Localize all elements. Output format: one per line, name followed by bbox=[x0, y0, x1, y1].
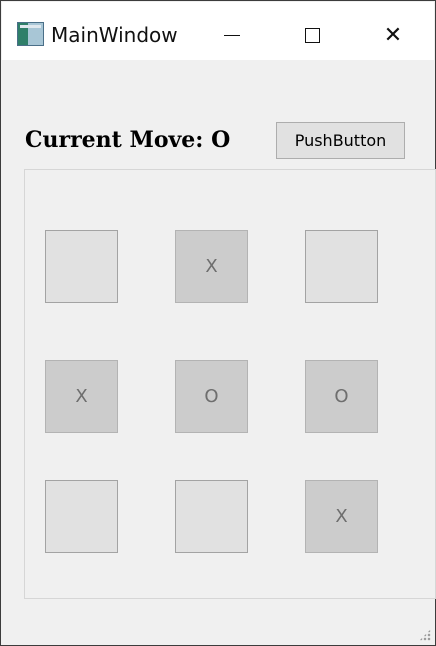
current-move-label: Current Move: O bbox=[25, 127, 231, 153]
board-cell-7[interactable] bbox=[45, 480, 118, 553]
app-window-icon bbox=[17, 22, 44, 46]
main-window: MainWindow ✕ Current Move: O PushButton … bbox=[0, 0, 436, 646]
close-icon: ✕ bbox=[383, 22, 403, 48]
maximize-button[interactable] bbox=[289, 12, 335, 58]
board-cell-5[interactable]: O bbox=[175, 360, 248, 433]
window-title: MainWindow bbox=[51, 23, 178, 47]
maximize-icon bbox=[304, 27, 320, 43]
board-cell-1[interactable] bbox=[45, 230, 118, 303]
title-bar[interactable]: MainWindow ✕ bbox=[2, 2, 434, 60]
board-cell-3[interactable] bbox=[305, 230, 378, 303]
board-cell-8[interactable] bbox=[175, 480, 248, 553]
board-cell-9[interactable]: X bbox=[305, 480, 378, 553]
minimize-icon bbox=[224, 34, 240, 36]
resize-grip[interactable] bbox=[419, 629, 431, 641]
board-cell-2[interactable]: X bbox=[175, 230, 248, 303]
push-button[interactable]: PushButton bbox=[276, 122, 405, 159]
board-cell-6[interactable]: O bbox=[305, 360, 378, 433]
close-button[interactable]: ✕ bbox=[370, 12, 416, 58]
minimize-button[interactable] bbox=[209, 12, 255, 58]
board-cell-4[interactable]: X bbox=[45, 360, 118, 433]
